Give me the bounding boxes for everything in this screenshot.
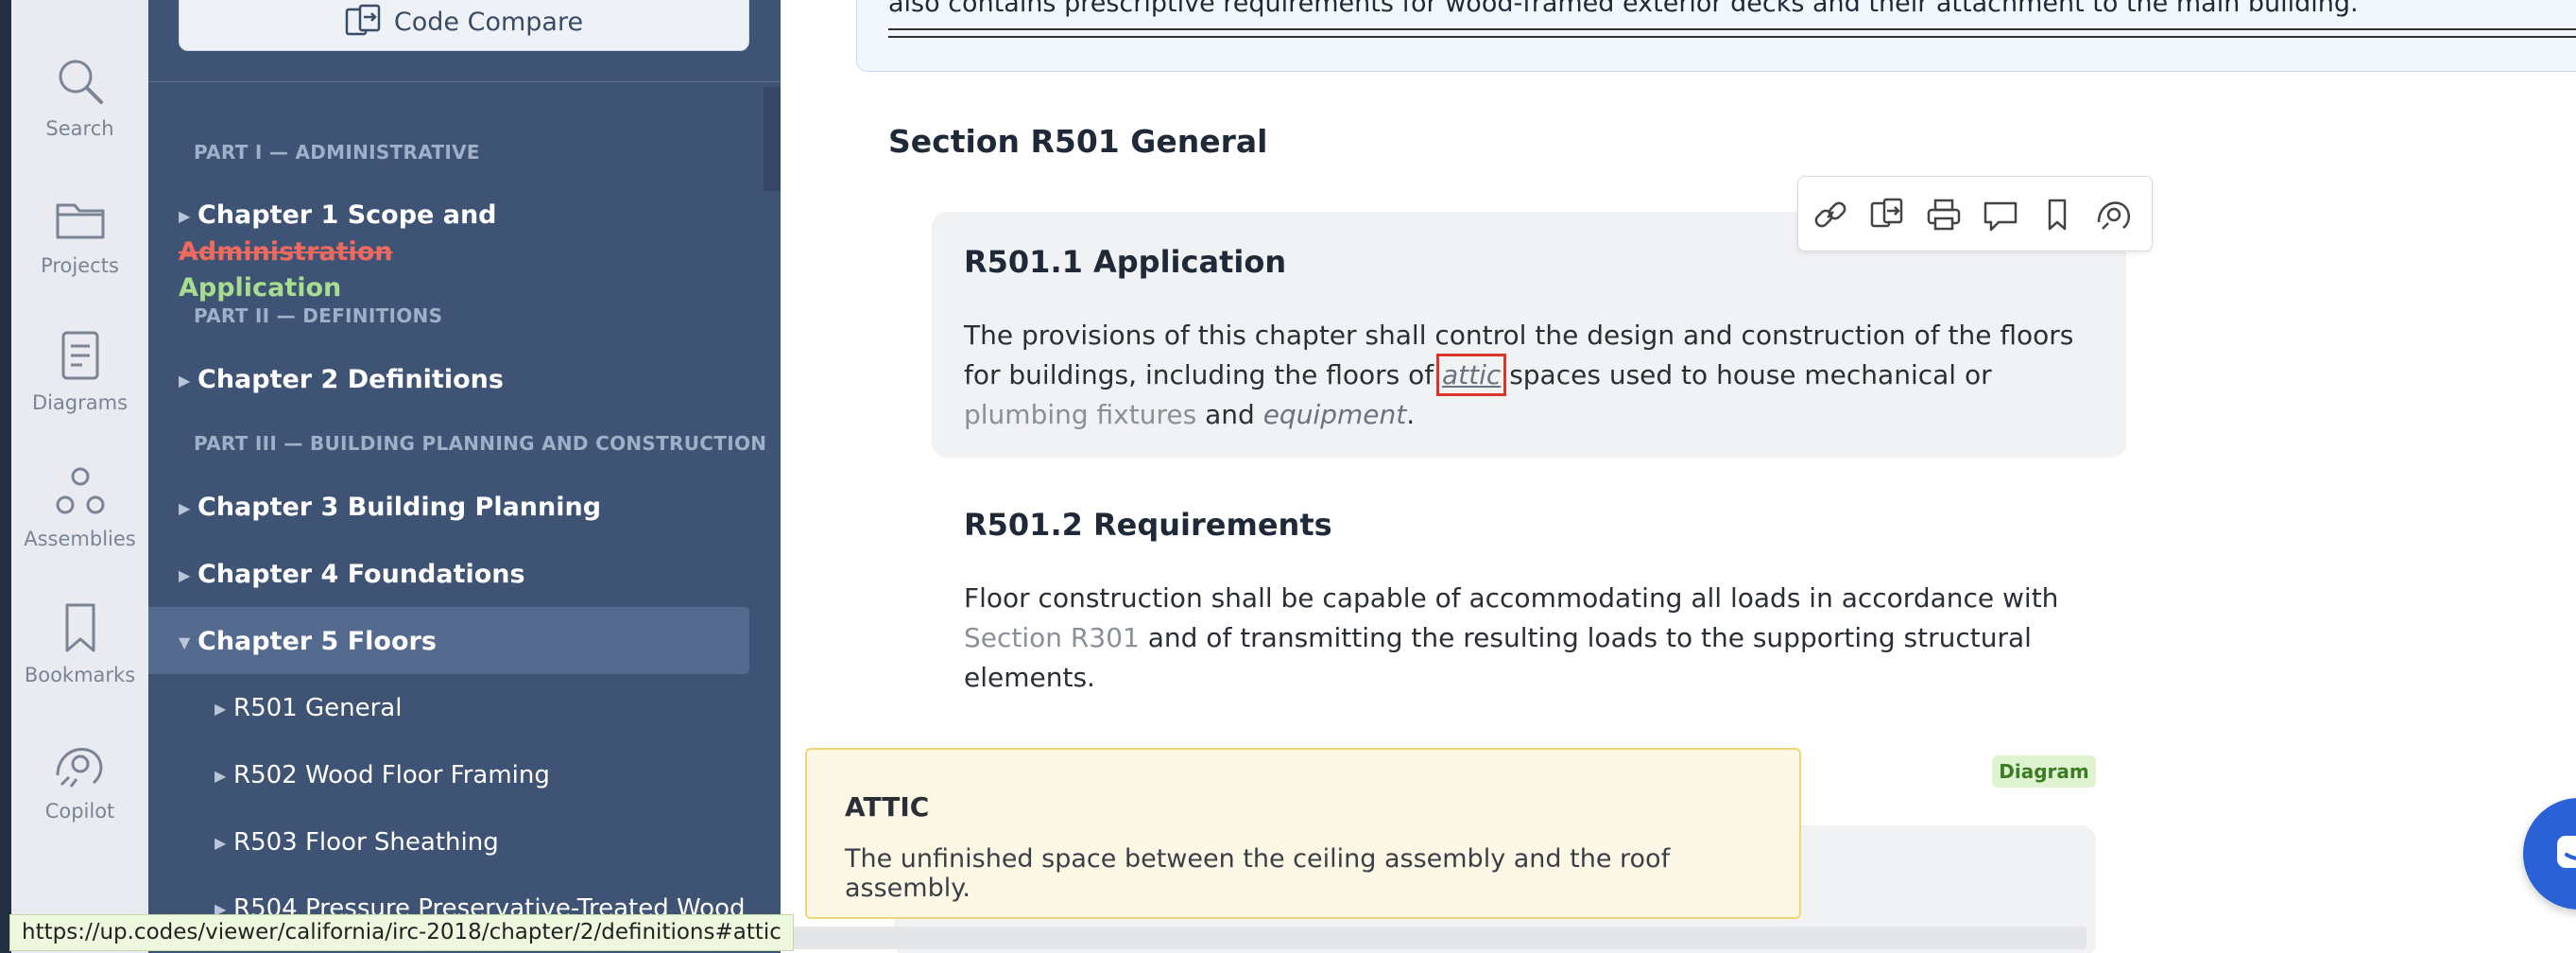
main-content: also contains prescriptive requirements … [781,0,2576,953]
plumbing-fixtures-link[interactable]: plumbing fixtures [964,399,1196,430]
section-item-r501[interactable]: ▶ R501 General [215,694,402,722]
tooltip-text: The unfinished space between the ceiling… [845,844,1671,903]
chapter-4-label: Chapter 4 Foundations [197,560,525,589]
chevron-right-icon: ▶ [179,566,191,584]
toc-sidebar: Code Compare PART I — ADMINISTRATIVE ▶ Ch… [148,0,781,953]
left-rail: Search Projects Diagrams Assemblies Book… [0,0,149,953]
chapter-4-item[interactable]: ▶ Chapter 4 Foundations [179,560,525,589]
part-heading: PART I — ADMINISTRATIVE [194,141,480,164]
compare-icon[interactable] [1868,196,1906,234]
rail-label-search: Search [45,117,114,140]
chat-button[interactable] [2523,798,2576,910]
attic-definition-link[interactable]: attic [1435,354,1507,396]
diagram-doc-icon [61,331,98,380]
part-heading: PART II — DEFINITIONS [194,304,443,327]
section-label: R501 General [233,694,403,722]
r501-1-text: and [1196,399,1263,430]
chapter-3-item[interactable]: ▶ Chapter 3 Building Planning [179,493,601,522]
rail-label-diagrams: Diagrams [31,391,129,414]
folder-icon [56,203,104,239]
r501-1-heading: R501.1 Application [964,244,1287,280]
section-title: Section R501 General [888,123,1268,160]
rail-item-copilot[interactable]: Copilot [11,737,148,823]
status-bar-url: https://up.codes/viewer/california/irc-2… [9,914,794,951]
copilot-icon[interactable] [2095,196,2133,234]
section-label: R503 Floor Sheathing [233,828,499,857]
rail-label-assemblies: Assemblies [24,528,136,550]
section-item-r502[interactable]: ▶ R502 Wood Floor Framing [215,761,550,789]
r501-2-text: Floor construction shall be capable of a… [964,582,2059,614]
section-item-r503[interactable]: ▶ R503 Floor Sheathing [215,828,499,857]
rail-item-projects[interactable]: Projects [11,192,148,277]
chevron-right-icon: ▶ [215,834,227,852]
r501-2-heading: R501.2 Requirements [964,507,1332,543]
chapter-5-item[interactable]: ▼ Chapter 5 Floors [179,627,437,656]
rail-edge [0,0,11,953]
r501-1-paragraph: The provisions of this chapter shall con… [964,316,2098,435]
section-toolbar [1797,176,2153,251]
rail-label-copilot: Copilot [44,800,115,823]
section-label: R502 Wood Floor Framing [233,761,550,789]
chapter-2-label: Chapter 2 Definitions [197,365,504,394]
search-icon [59,60,103,104]
tooltip-title: ATTIC [845,791,930,823]
chat-icon [2557,836,2576,868]
chapter-1-struck-text: Administration [179,236,393,267]
rail-item-bookmarks[interactable]: Bookmarks [11,601,148,686]
comment-icon[interactable] [1982,196,2019,234]
assemblies-icon [56,467,104,514]
bookmark-icon[interactable] [2038,196,2076,234]
print-icon[interactable] [1925,196,1963,234]
chevron-down-icon: ▼ [179,633,191,651]
code-compare-button[interactable]: Code Compare [179,0,749,51]
chevron-right-icon: ▶ [215,767,227,785]
rail-label-bookmarks: Bookmarks [24,664,136,686]
chapter-1-item[interactable]: ▶ Chapter 1 Scope and Administration Appl… [179,198,708,306]
chapter-5-label: Chapter 5 Floors [197,627,437,656]
chevron-right-icon: ▶ [179,372,191,390]
rail-label-projects: Projects [41,254,119,277]
rail-item-search[interactable]: Search [11,55,148,140]
definition-tooltip: ATTIC The unfinished space between the c… [805,748,1801,919]
chevron-right-icon: ▶ [215,700,227,718]
r501-2-paragraph: Floor construction shall be capable of a… [964,579,2098,698]
chapter-2-item[interactable]: ▶ Chapter 2 Definitions [179,365,504,394]
copilot-icon [56,748,102,788]
intro-rule [888,36,2576,38]
bookmark-icon [65,603,94,652]
r501-1-text: . [1406,399,1416,430]
part-heading: PART III — BUILDING PLANNING AND CONSTRU… [194,432,767,455]
rail-item-diagrams[interactable]: Diagrams [11,329,148,414]
code-compare-label: Code Compare [393,7,584,37]
chapter-1-label: Chapter 1 Scope and [197,200,497,230]
sidebar-scrollbar[interactable] [764,87,781,191]
chapter-3-label: Chapter 3 Building Planning [197,493,602,522]
horizontal-scrollbar[interactable] [792,927,2087,949]
diagram-badge: Diagram [1992,755,2096,788]
section-r301-link[interactable]: Section R301 [964,622,1140,653]
compare-icon [345,4,381,36]
chevron-right-icon: ▶ [179,499,191,517]
chevron-right-icon: ▶ [179,206,191,225]
r501-1-text: spaces used to house mechanical or [1501,359,1992,390]
rail-item-assemblies[interactable]: Assemblies [11,465,148,550]
link-icon[interactable] [1812,196,1849,234]
chapter-1-added-text: Application [179,272,342,303]
intro-rule [888,28,2576,30]
equipment-definition-link[interactable]: equipment [1263,399,1407,430]
sidebar-divider [148,81,781,82]
intro-text: also contains prescriptive requirements … [888,0,2359,18]
